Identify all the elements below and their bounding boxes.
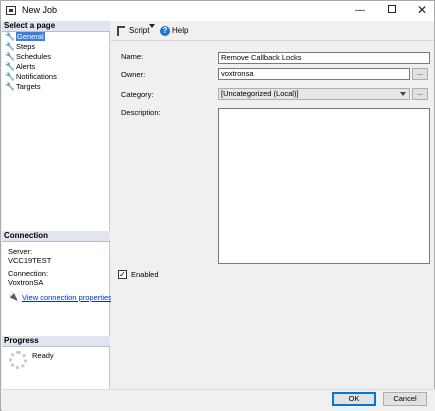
category-browse-button[interactable]: ... (412, 88, 428, 100)
left-panel: Select a page 🔧 General 🔧 Steps 🔧 Schedu… (2, 21, 112, 389)
page-item-label: Alerts (16, 62, 36, 71)
connection-header: Connection (2, 231, 110, 242)
server-label: Server: (8, 247, 33, 256)
page-item-label: Steps (16, 42, 36, 51)
select-page-header: Select a page (2, 21, 110, 32)
page-item-targets[interactable]: 🔧 Targets (2, 82, 110, 92)
dialog-footer: OK Cancel (2, 389, 435, 411)
minimize-button[interactable]: — (346, 1, 374, 21)
help-label: Help (172, 26, 189, 35)
name-label: Name: (121, 52, 144, 61)
page-item-label: Notifications (16, 72, 57, 81)
window-title: New Job (22, 5, 58, 15)
title-bar: New Job — ✕ (1, 1, 434, 21)
owner-browse-button[interactable]: ... (412, 68, 428, 80)
new-job-window: New Job — ✕ Select a page 🔧 General 🔧 St… (0, 0, 435, 411)
view-connection-properties-link[interactable]: View connection properties (22, 293, 112, 302)
wrench-icon: 🔧 (5, 52, 15, 61)
page-item-label: Targets (16, 82, 41, 91)
wrench-icon: 🔧 (5, 42, 15, 51)
page-item-label: General (16, 32, 45, 41)
app-window-icon (6, 6, 16, 15)
wrench-icon: 🔧 (5, 82, 15, 91)
chevron-down-icon (400, 92, 406, 96)
progress-status: Ready (32, 351, 54, 360)
wrench-icon: 🔧 (5, 72, 15, 81)
category-select[interactable]: [Uncategorized (Local)] (218, 88, 410, 100)
maximize-button[interactable] (378, 1, 406, 21)
page-item-label: Schedules (16, 52, 52, 61)
connection-info: Connection: VoxtronSA (8, 269, 48, 287)
help-icon: ? (160, 26, 170, 36)
page-item-notifications[interactable]: 🔧 Notifications (2, 72, 110, 82)
page-item-schedules[interactable]: 🔧 Schedules (2, 52, 110, 62)
page-item-steps[interactable]: 🔧 Steps (2, 42, 110, 52)
page-list: 🔧 General 🔧 Steps 🔧 Schedules 🔧 Alerts 🔧… (2, 32, 110, 92)
description-label: Description: (121, 108, 161, 117)
owner-label: Owner: (121, 70, 146, 79)
script-dropdown-arrow-icon[interactable] (149, 24, 155, 28)
name-input[interactable]: Remove Callback Locks (218, 52, 430, 64)
toolbar: Script ? Help (111, 21, 434, 41)
server-info: Server: VCC19TEST (8, 247, 51, 265)
description-textarea[interactable] (218, 108, 430, 264)
page-item-general[interactable]: 🔧 General (2, 32, 110, 42)
category-value: [Uncategorized (Local)] (221, 89, 299, 98)
enabled-checkbox[interactable]: ✓ (118, 270, 127, 279)
wrench-icon: 🔧 (5, 32, 15, 41)
progress-spinner-icon (9, 351, 27, 369)
cancel-button[interactable]: Cancel (383, 392, 427, 406)
close-button[interactable]: ✕ (408, 1, 435, 21)
server-value: VCC19TEST (8, 256, 52, 265)
enabled-label: Enabled (131, 270, 159, 279)
plug-icon: 🔌 (8, 292, 18, 301)
owner-input[interactable]: voxtronsa (218, 68, 410, 80)
page-item-alerts[interactable]: 🔧 Alerts (2, 62, 110, 72)
wrench-icon: 🔧 (5, 62, 15, 71)
script-icon (117, 26, 125, 36)
progress-header: Progress (2, 336, 110, 347)
script-label: Script (129, 26, 150, 35)
category-label: Category: (121, 90, 154, 99)
maximize-icon (388, 5, 396, 14)
connection-label: Connection: (8, 269, 49, 278)
connection-value: VoxtronSA (8, 278, 44, 287)
general-page: Script ? Help Name: Remove Callback Lock… (111, 21, 434, 389)
ok-button[interactable]: OK (332, 392, 376, 406)
